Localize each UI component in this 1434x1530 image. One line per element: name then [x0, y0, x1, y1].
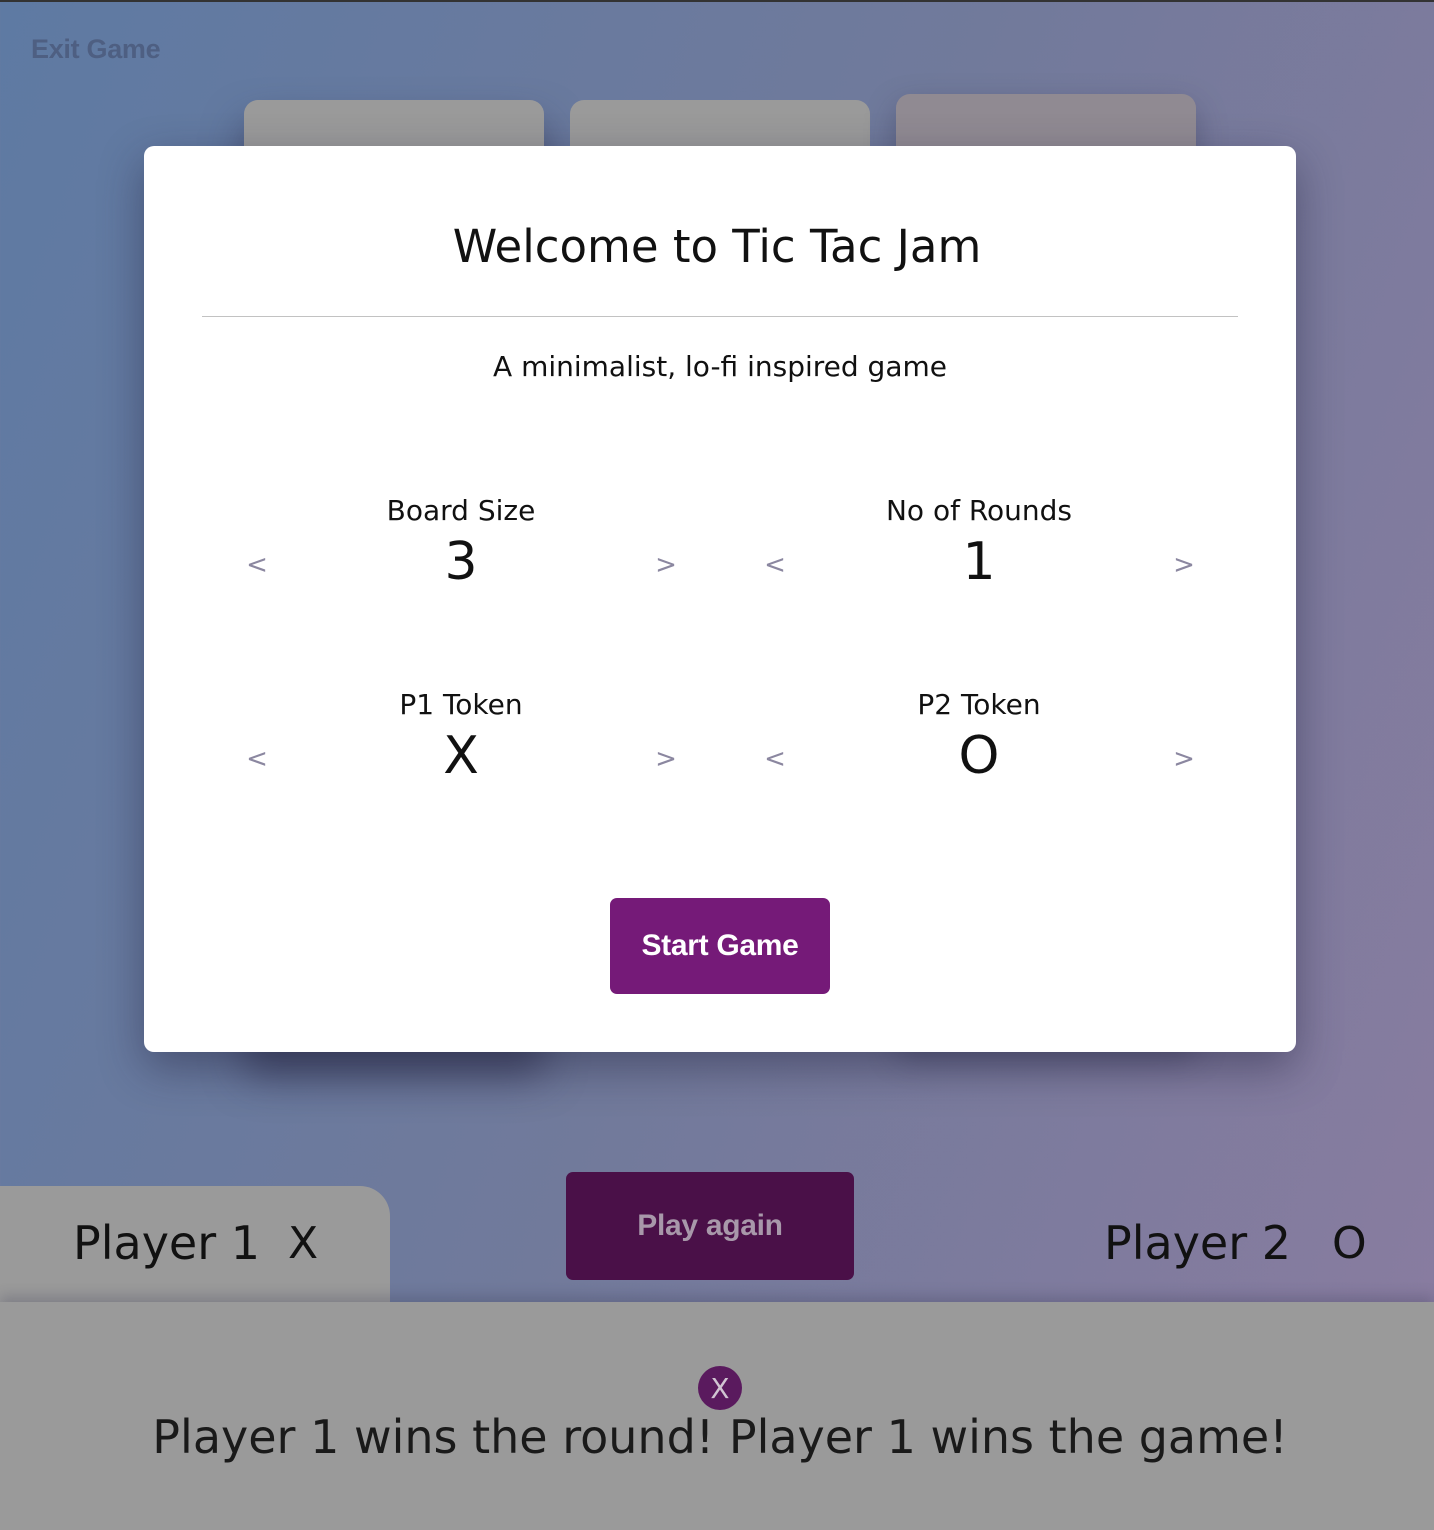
play-again-button[interactable]: Play again	[566, 1172, 854, 1280]
modal-divider	[202, 316, 1238, 317]
rounds-value: 1	[962, 532, 996, 592]
exit-game-link[interactable]: Exit Game	[31, 34, 161, 65]
p1-token-label: P1 Token	[399, 688, 523, 721]
p2-token-value: O	[958, 726, 1000, 786]
p2-token-label: P2 Token	[917, 688, 1041, 721]
p1-token-value: X	[443, 726, 479, 786]
p2-token-next-arrow[interactable]: >	[1164, 744, 1204, 774]
board-size-value: 3	[444, 532, 478, 592]
rounds-next-arrow[interactable]: >	[1164, 550, 1204, 580]
modal-subtitle: A minimalist, lo-fi inspired game	[493, 350, 947, 383]
rounds-label: No of Rounds	[885, 494, 1073, 527]
start-game-button[interactable]: Start Game	[610, 898, 830, 994]
board-size-label: Board Size	[386, 494, 536, 527]
modal-title: Welcome to Tic Tac Jam	[452, 220, 982, 273]
player2-name: Player 2	[1104, 1216, 1292, 1270]
winner-token-badge: X	[698, 1366, 742, 1410]
p1-token-next-arrow[interactable]: >	[646, 744, 686, 774]
window-top-border	[0, 0, 1434, 2]
result-message: Player 1 wins the round! Player 1 wins t…	[152, 1410, 1288, 1464]
player1-token: X	[288, 1218, 319, 1269]
board-size-next-arrow[interactable]: >	[646, 550, 686, 580]
player1-name: Player 1	[73, 1216, 261, 1270]
player2-token: O	[1332, 1218, 1367, 1269]
